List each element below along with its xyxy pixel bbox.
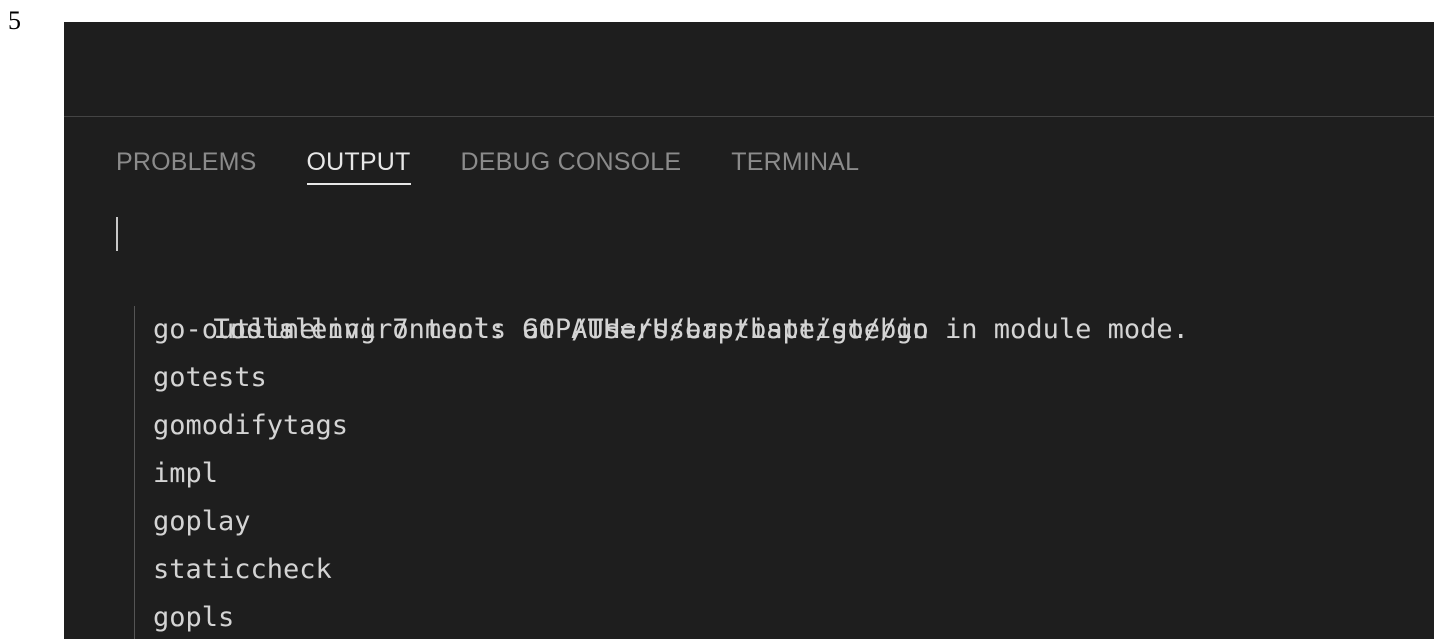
editor-area — [64, 22, 1434, 116]
tab-debug-console[interactable]: DEBUG CONSOLE — [461, 150, 682, 185]
indent-guide — [134, 306, 135, 639]
tool-list: go-outline gotests gomodifytags impl gop… — [116, 306, 1434, 639]
tab-problems[interactable]: PROBLEMS — [116, 150, 257, 185]
tool-item: goplay — [153, 506, 251, 537]
tab-terminal[interactable]: TERMINAL — [731, 150, 859, 185]
page-number: 5 — [8, 6, 21, 35]
panel-separator — [64, 116, 1434, 117]
tool-item: gomodifytags — [153, 410, 349, 441]
output-line: Tools environment: GOPATH=/Users/baptist… — [116, 210, 1434, 345]
output-line: Installing 7 tools at /Users/baptiste/go… — [116, 258, 1434, 345]
text-cursor — [116, 217, 118, 251]
output-log[interactable]: Tools environment: GOPATH=/Users/baptist… — [116, 210, 1434, 639]
tool-item: gotests — [153, 362, 267, 393]
tool-item: impl — [153, 458, 219, 489]
tool-item: gopls — [153, 602, 235, 633]
tool-item: staticcheck — [153, 554, 332, 585]
tab-output[interactable]: OUTPUT — [306, 150, 411, 185]
panel-tabs: PROBLEMS OUTPUT DEBUG CONSOLE TERMINAL — [116, 150, 909, 194]
output-panel: PROBLEMS OUTPUT DEBUG CONSOLE TERMINAL T… — [64, 22, 1434, 639]
tool-item: go-outline — [153, 314, 316, 345]
